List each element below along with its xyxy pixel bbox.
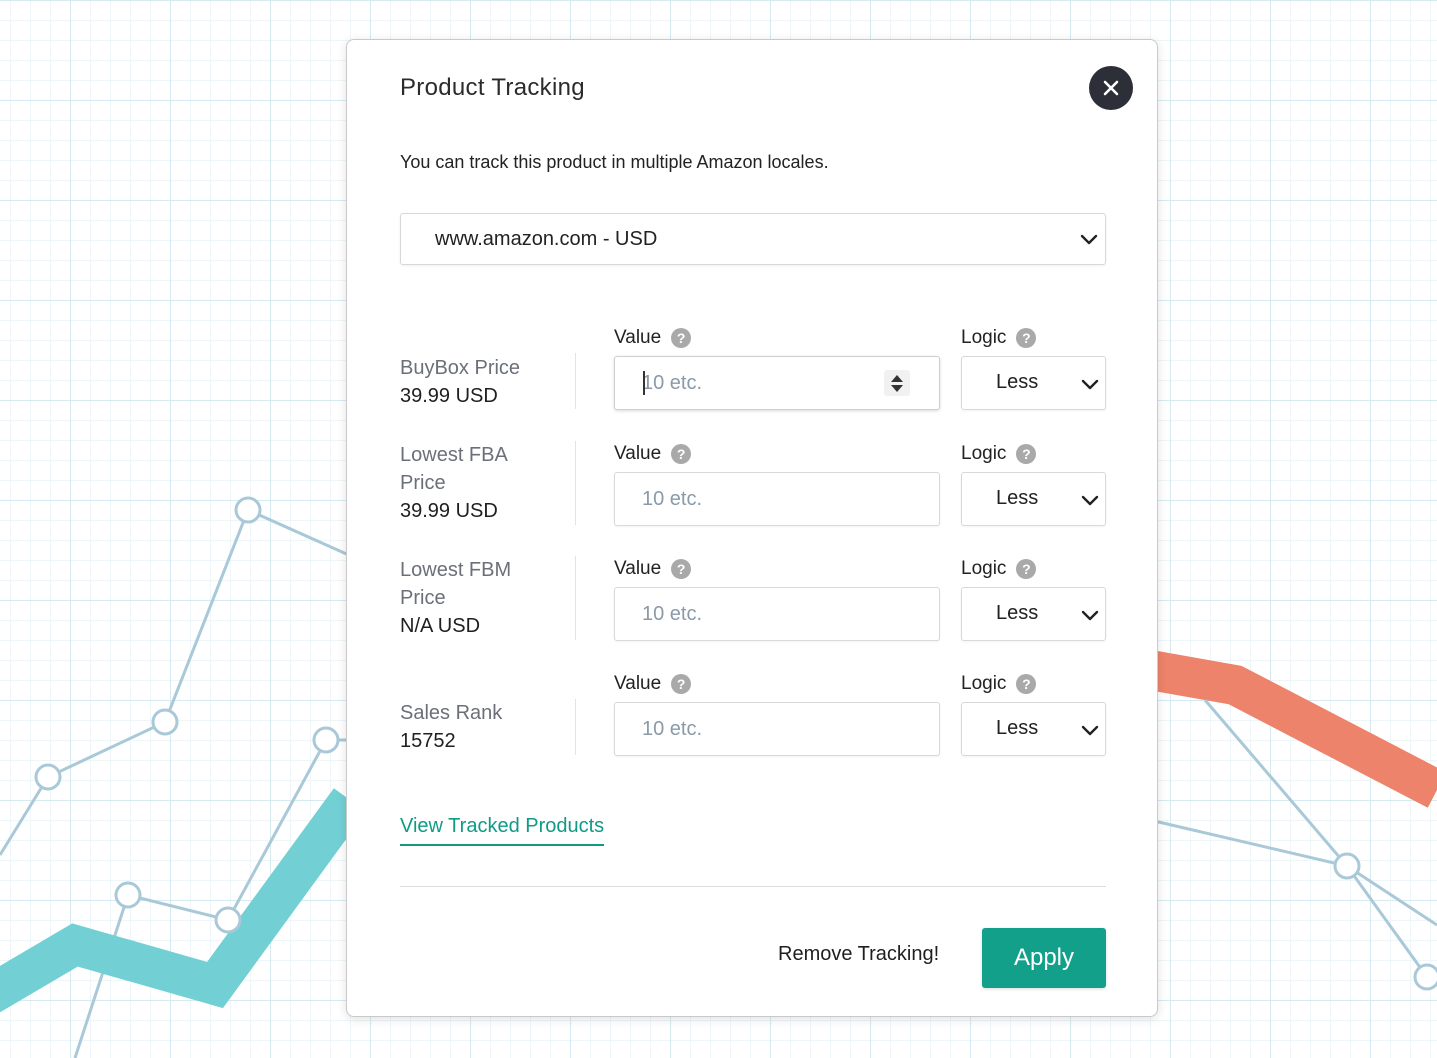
locale-select-value: www.amazon.com - USD	[435, 227, 658, 250]
logic-header: Logic ?	[961, 443, 1037, 465]
row-label-text: Lowest FBA	[400, 444, 508, 466]
logic-select-value: Less	[996, 602, 1039, 624]
remove-tracking-button[interactable]: Remove Tracking!	[778, 943, 939, 966]
footer-divider	[400, 886, 1106, 887]
logic-header-label: Logic	[961, 443, 1007, 464]
product-tracking-dialog: Product Tracking You can track this prod…	[346, 39, 1158, 1017]
text-caret	[643, 371, 645, 395]
background-band-coral	[1146, 650, 1437, 808]
locale-select[interactable]: www.amazon.com - USD	[400, 213, 1106, 265]
logic-header: Logic ?	[961, 673, 1037, 695]
logic-header-label: Logic	[961, 327, 1007, 348]
close-button[interactable]	[1089, 66, 1133, 110]
dialog-title: Product Tracking	[400, 74, 585, 101]
chevron-down-icon	[1081, 495, 1099, 506]
row-label: Lowest FBA Price 39.99 USD	[400, 441, 550, 525]
view-tracked-products-link[interactable]: View Tracked Products	[400, 815, 605, 846]
help-icon[interactable]: ?	[671, 444, 692, 464]
chevron-down-icon	[1081, 610, 1099, 621]
row-amount: 15752	[400, 730, 456, 752]
help-icon[interactable]: ?	[1016, 444, 1037, 464]
buybox-logic-select[interactable]: Less	[961, 356, 1106, 410]
background-marker	[1413, 963, 1437, 991]
chevron-down-icon	[1081, 725, 1099, 736]
row-label-text: Lowest FBM	[400, 559, 512, 581]
value-header: Value ?	[614, 673, 692, 695]
background-marker	[234, 496, 262, 524]
row-divider	[575, 556, 576, 640]
row-label: BuyBox Price 39.99 USD	[400, 354, 550, 410]
row-divider	[575, 441, 576, 525]
value-header-label: Value	[614, 558, 662, 579]
background-marker	[1333, 852, 1361, 880]
logic-select-value: Less	[996, 717, 1039, 739]
row-label-text: Sales Rank	[400, 702, 503, 724]
help-icon[interactable]: ?	[671, 328, 692, 348]
row-amount: 39.99 USD	[400, 500, 498, 522]
row-divider	[575, 699, 576, 755]
row-label-text: Price	[400, 587, 446, 609]
lowest-fba-logic-select[interactable]: Less	[961, 472, 1106, 526]
lowest-fbm-value-input[interactable]	[614, 587, 940, 641]
row-label: Sales Rank 15752	[400, 699, 550, 755]
sales-rank-logic-select[interactable]: Less	[961, 702, 1106, 756]
spinner-down-icon[interactable]	[891, 384, 903, 392]
help-icon[interactable]: ?	[671, 559, 692, 579]
sales-rank-value-input[interactable]	[614, 702, 940, 756]
value-header: Value ?	[614, 443, 692, 465]
logic-header-label: Logic	[961, 673, 1007, 694]
background-line-left-upper	[0, 507, 361, 856]
background-marker	[214, 906, 242, 934]
tracking-row-lowest-fbm: Value ? Logic ? Lowest FBM Price N/A USD…	[347, 556, 1157, 666]
value-header: Value ?	[614, 558, 692, 580]
tracking-row-lowest-fba: Value ? Logic ? Lowest FBA Price 39.99 U…	[347, 441, 1157, 551]
tracking-row-buybox: Value ? Logic ? BuyBox Price 39.99 USD L…	[347, 325, 1157, 435]
spinner-up-icon[interactable]	[891, 374, 903, 382]
logic-select-value: Less	[996, 487, 1039, 509]
close-icon	[1103, 80, 1119, 96]
help-icon[interactable]: ?	[1016, 328, 1037, 348]
dialog-subtitle: You can track this product in multiple A…	[400, 152, 829, 172]
lowest-fbm-logic-select[interactable]: Less	[961, 587, 1106, 641]
logic-header: Logic ?	[961, 558, 1037, 580]
value-header: Value ?	[614, 327, 692, 349]
background-marker	[34, 763, 62, 791]
row-label: Lowest FBM Price N/A USD	[400, 556, 550, 640]
logic-header: Logic ?	[961, 327, 1037, 349]
background-marker	[312, 726, 340, 754]
tracking-row-sales-rank: Value ? Logic ? Sales Rank 15752 Less	[347, 671, 1157, 781]
apply-button[interactable]: Apply	[982, 928, 1106, 988]
value-header-label: Value	[614, 443, 662, 464]
help-icon[interactable]: ?	[1016, 559, 1037, 579]
logic-header-label: Logic	[961, 558, 1007, 579]
row-label-text: BuyBox Price	[400, 357, 521, 379]
row-label-text: Price	[400, 472, 446, 494]
logic-select-value: Less	[996, 371, 1039, 393]
help-icon[interactable]: ?	[671, 674, 692, 694]
row-amount: 39.99 USD	[400, 385, 498, 407]
row-amount: N/A USD	[400, 615, 481, 637]
chevron-down-icon	[1080, 234, 1098, 245]
number-spinner-icon[interactable]	[884, 370, 910, 396]
help-icon[interactable]: ?	[1016, 674, 1037, 694]
chevron-down-icon	[1081, 379, 1099, 390]
background-marker	[151, 708, 179, 736]
value-header-label: Value	[614, 673, 662, 694]
value-header-label: Value	[614, 327, 662, 348]
background-line-right-upper	[1149, 818, 1437, 927]
lowest-fba-value-input[interactable]	[614, 472, 940, 526]
row-divider	[575, 353, 576, 409]
background-marker	[114, 881, 142, 909]
background-band-teal	[0, 788, 367, 1013]
